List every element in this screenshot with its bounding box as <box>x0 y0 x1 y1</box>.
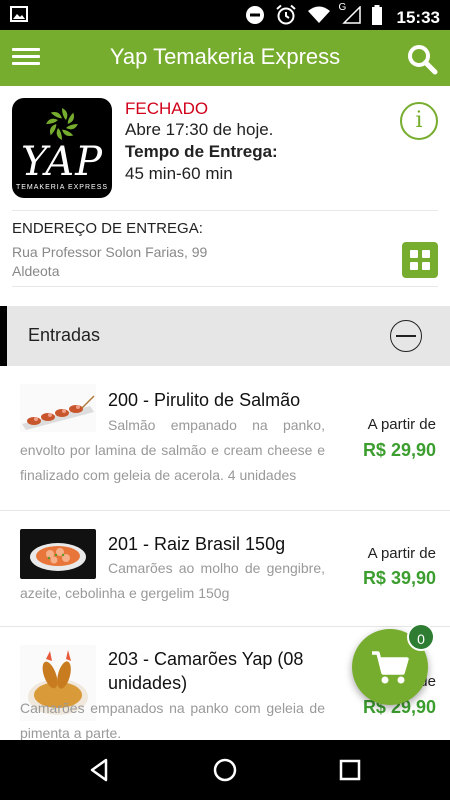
menu-icon[interactable] <box>12 44 40 72</box>
divider <box>12 210 438 211</box>
signal-icon: G <box>339 2 361 29</box>
battery-icon <box>371 5 383 30</box>
delivery-time: 45 min-60 min <box>125 164 233 183</box>
item-title: 200 - Pirulito de Salmão <box>108 390 301 410</box>
status-bar: G 15:33 <box>0 0 450 30</box>
app-toolbar: Yap Temakeria Express <box>0 30 450 86</box>
item-description: Camarões ao molho de gengibre, azeite, c… <box>20 560 325 601</box>
logo-text: YAP <box>20 139 104 185</box>
item-price: R$ 29,90 <box>362 440 436 460</box>
back-icon[interactable] <box>84 755 114 785</box>
item-description: Salmão empanado na panko, envolto por la… <box>20 417 325 483</box>
opening-time: Abre 17:30 de hoje. <box>125 120 274 139</box>
status-badge: FECHADO <box>125 99 209 118</box>
store-status-block: FECHADO Abre 17:30 de hoje. Tempo de Ent… <box>125 98 385 185</box>
list-item[interactable]: 201 - Raiz Brasil 150g Camarões ao molho… <box>0 511 450 626</box>
category-title: Entradas <box>28 325 101 345</box>
address-line1: Rua Professor Solon Farias, 99 <box>12 244 208 260</box>
do-not-disturb-icon <box>245 5 265 30</box>
image-icon <box>10 6 28 27</box>
address-label: ENDEREÇO DE ENTREGA: <box>12 220 203 237</box>
address-line2: Aldeota <box>12 263 60 279</box>
recent-apps-icon[interactable] <box>335 755 365 785</box>
status-time: 15:33 <box>396 7 440 27</box>
logo-subtext: TEMAKERIA EXPRESS <box>15 184 109 191</box>
price-prefix: A partir de <box>367 545 436 562</box>
category-accent-bar <box>0 306 7 366</box>
item-price: R$ 39,90 <box>362 568 436 588</box>
cart-count-badge: 0 <box>407 623 435 651</box>
delivery-time-label: Tempo de Entrega: <box>125 142 278 161</box>
item-title: 201 - Raiz Brasil 150g <box>108 534 286 554</box>
alarm-icon <box>275 4 297 31</box>
divider <box>12 286 438 287</box>
info-icon[interactable]: i <box>400 102 438 140</box>
page-title: Yap Temakeria Express <box>109 44 341 69</box>
search-icon[interactable] <box>406 43 438 75</box>
store-info: YAP TEMAKERIA EXPRESS FECHADO Abre 17:30… <box>0 86 450 306</box>
item-description: Camarões empanados na panko com geleia d… <box>20 700 325 740</box>
collapse-icon[interactable] <box>390 320 422 352</box>
grid-icon[interactable] <box>402 242 438 278</box>
wifi-icon <box>307 6 331 29</box>
network-letter: G <box>338 2 347 13</box>
system-nav-bar <box>0 740 450 800</box>
list-item[interactable]: 200 - Pirulito de Salmão Salmão empanado… <box>0 366 450 510</box>
category-header[interactable]: Entradas <box>0 306 450 366</box>
home-icon[interactable] <box>210 755 240 785</box>
store-logo: YAP TEMAKERIA EXPRESS <box>12 98 112 198</box>
price-prefix: A partir de <box>367 416 436 433</box>
item-title: 203 - Camarões Yap (08 unidades) <box>108 649 304 693</box>
